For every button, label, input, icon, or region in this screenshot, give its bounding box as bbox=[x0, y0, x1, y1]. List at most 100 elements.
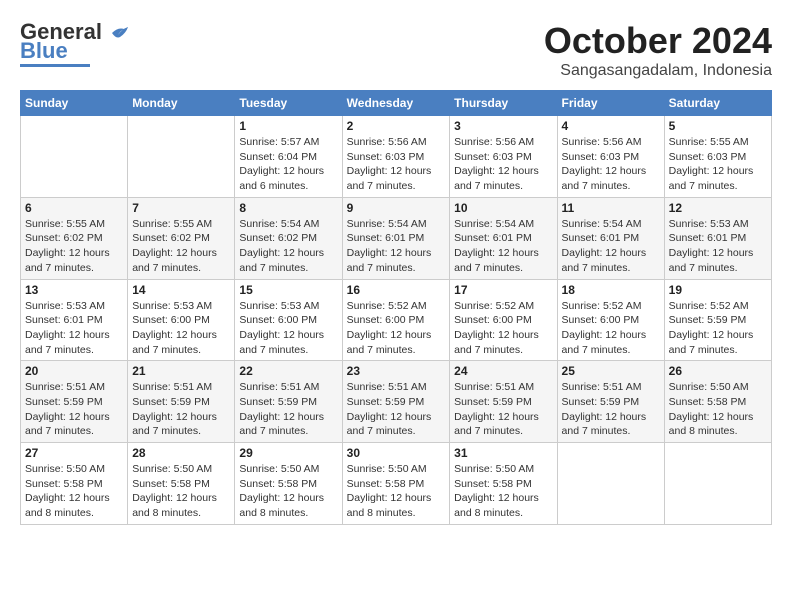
calendar-cell: 18Sunrise: 5:52 AM Sunset: 6:00 PM Dayli… bbox=[557, 279, 664, 361]
calendar-cell: 28Sunrise: 5:50 AM Sunset: 5:58 PM Dayli… bbox=[128, 443, 235, 525]
day-number: 1 bbox=[239, 119, 337, 133]
calendar-cell: 11 Sunrise: 5:54 AM Sunset: 6:01 PM Dayli… bbox=[557, 197, 664, 279]
calendar-cell: 25Sunrise: 5:51 AM Sunset: 5:59 PM Dayli… bbox=[557, 361, 664, 443]
calendar: SundayMondayTuesdayWednesdayThursdayFrid… bbox=[20, 90, 772, 525]
day-number: 9 bbox=[347, 201, 446, 215]
calendar-cell: 22 Sunrise: 5:51 AM Sunset: 5:59 PM Dayli… bbox=[235, 361, 342, 443]
title-section: October 2024 Sangasangadalam, Indonesia bbox=[544, 20, 772, 80]
weekday-header-friday: Friday bbox=[557, 91, 664, 116]
day-number: 8 bbox=[239, 201, 337, 215]
cell-content: Sunrise: 5:51 AM Sunset: 5:59 PM Dayligh… bbox=[347, 380, 446, 439]
calendar-cell: 21 Sunrise: 5:51 AM Sunset: 5:59 PM Dayli… bbox=[128, 361, 235, 443]
day-number: 27 bbox=[25, 446, 123, 460]
weekday-header-wednesday: Wednesday bbox=[342, 91, 450, 116]
calendar-cell: 29 Sunrise: 5:50 AM Sunset: 5:58 PM Dayli… bbox=[235, 443, 342, 525]
day-number: 10 bbox=[454, 201, 552, 215]
day-number: 6 bbox=[25, 201, 123, 215]
cell-content: Sunrise: 5:53 AM Sunset: 6:00 PM Dayligh… bbox=[239, 299, 337, 358]
calendar-cell: 1 Sunrise: 5:57 AM Sunset: 6:04 PM Daylig… bbox=[235, 116, 342, 198]
cell-content: Sunrise: 5:51 AM Sunset: 5:59 PM Dayligh… bbox=[132, 380, 230, 439]
day-number: 22 bbox=[239, 364, 337, 378]
cell-content: Sunrise: 5:54 AM Sunset: 6:02 PM Dayligh… bbox=[239, 217, 337, 276]
logo-blue: Blue bbox=[20, 40, 68, 62]
logo-underline bbox=[20, 64, 90, 67]
cell-content: Sunrise: 5:56 AM Sunset: 6:03 PM Dayligh… bbox=[562, 135, 660, 194]
cell-content: Sunrise: 5:55 AM Sunset: 6:03 PM Dayligh… bbox=[669, 135, 767, 194]
calendar-cell: 14Sunrise: 5:53 AM Sunset: 6:00 PM Dayli… bbox=[128, 279, 235, 361]
cell-content: Sunrise: 5:50 AM Sunset: 5:58 PM Dayligh… bbox=[25, 462, 123, 521]
cell-content: Sunrise: 5:50 AM Sunset: 5:58 PM Dayligh… bbox=[454, 462, 552, 521]
day-number: 17 bbox=[454, 283, 552, 297]
calendar-cell: 10Sunrise: 5:54 AM Sunset: 6:01 PM Dayli… bbox=[450, 197, 557, 279]
month-title: October 2024 bbox=[544, 20, 772, 62]
day-number: 2 bbox=[347, 119, 446, 133]
day-number: 24 bbox=[454, 364, 552, 378]
calendar-cell bbox=[21, 116, 128, 198]
calendar-cell: 30 Sunrise: 5:50 AM Sunset: 5:58 PM Dayli… bbox=[342, 443, 450, 525]
calendar-cell: 27 Sunrise: 5:50 AM Sunset: 5:58 PM Dayli… bbox=[21, 443, 128, 525]
cell-content: Sunrise: 5:50 AM Sunset: 5:58 PM Dayligh… bbox=[347, 462, 446, 521]
weekday-header-saturday: Saturday bbox=[664, 91, 771, 116]
day-number: 13 bbox=[25, 283, 123, 297]
logo: General Blue bbox=[20, 20, 130, 67]
calendar-cell: 9 Sunrise: 5:54 AM Sunset: 6:01 PM Daylig… bbox=[342, 197, 450, 279]
calendar-cell: 2Sunrise: 5:56 AM Sunset: 6:03 PM Daylig… bbox=[342, 116, 450, 198]
cell-content: Sunrise: 5:57 AM Sunset: 6:04 PM Dayligh… bbox=[239, 135, 337, 194]
cell-content: Sunrise: 5:53 AM Sunset: 6:01 PM Dayligh… bbox=[669, 217, 767, 276]
calendar-cell: 5 Sunrise: 5:55 AM Sunset: 6:03 PM Daylig… bbox=[664, 116, 771, 198]
calendar-cell: 19 Sunrise: 5:52 AM Sunset: 5:59 PM Dayli… bbox=[664, 279, 771, 361]
calendar-cell: 20 Sunrise: 5:51 AM Sunset: 5:59 PM Dayli… bbox=[21, 361, 128, 443]
calendar-cell: 7Sunrise: 5:55 AM Sunset: 6:02 PM Daylig… bbox=[128, 197, 235, 279]
day-number: 23 bbox=[347, 364, 446, 378]
day-number: 14 bbox=[132, 283, 230, 297]
calendar-cell: 8 Sunrise: 5:54 AM Sunset: 6:02 PM Daylig… bbox=[235, 197, 342, 279]
day-number: 7 bbox=[132, 201, 230, 215]
cell-content: Sunrise: 5:52 AM Sunset: 6:00 PM Dayligh… bbox=[562, 299, 660, 358]
cell-content: Sunrise: 5:54 AM Sunset: 6:01 PM Dayligh… bbox=[347, 217, 446, 276]
day-number: 4 bbox=[562, 119, 660, 133]
cell-content: Sunrise: 5:54 AM Sunset: 6:01 PM Dayligh… bbox=[562, 217, 660, 276]
day-number: 26 bbox=[669, 364, 767, 378]
day-number: 16 bbox=[347, 283, 446, 297]
cell-content: Sunrise: 5:51 AM Sunset: 5:59 PM Dayligh… bbox=[454, 380, 552, 439]
week-row-1: 1 Sunrise: 5:57 AM Sunset: 6:04 PM Daylig… bbox=[21, 116, 772, 198]
week-row-5: 27 Sunrise: 5:50 AM Sunset: 5:58 PM Dayli… bbox=[21, 443, 772, 525]
weekday-header-thursday: Thursday bbox=[450, 91, 557, 116]
day-number: 19 bbox=[669, 283, 767, 297]
week-row-4: 20 Sunrise: 5:51 AM Sunset: 5:59 PM Dayli… bbox=[21, 361, 772, 443]
cell-content: Sunrise: 5:53 AM Sunset: 6:01 PM Dayligh… bbox=[25, 299, 123, 358]
weekday-header-tuesday: Tuesday bbox=[235, 91, 342, 116]
cell-content: Sunrise: 5:52 AM Sunset: 5:59 PM Dayligh… bbox=[669, 299, 767, 358]
calendar-cell bbox=[557, 443, 664, 525]
cell-content: Sunrise: 5:56 AM Sunset: 6:03 PM Dayligh… bbox=[454, 135, 552, 194]
calendar-cell: 23 Sunrise: 5:51 AM Sunset: 5:59 PM Dayli… bbox=[342, 361, 450, 443]
calendar-cell: 16 Sunrise: 5:52 AM Sunset: 6:00 PM Dayli… bbox=[342, 279, 450, 361]
calendar-cell: 31Sunrise: 5:50 AM Sunset: 5:58 PM Dayli… bbox=[450, 443, 557, 525]
calendar-cell: 17 Sunrise: 5:52 AM Sunset: 6:00 PM Dayli… bbox=[450, 279, 557, 361]
cell-content: Sunrise: 5:52 AM Sunset: 6:00 PM Dayligh… bbox=[454, 299, 552, 358]
cell-content: Sunrise: 5:55 AM Sunset: 6:02 PM Dayligh… bbox=[25, 217, 123, 276]
weekday-header-sunday: Sunday bbox=[21, 91, 128, 116]
week-row-3: 13 Sunrise: 5:53 AM Sunset: 6:01 PM Dayli… bbox=[21, 279, 772, 361]
day-number: 5 bbox=[669, 119, 767, 133]
day-number: 29 bbox=[239, 446, 337, 460]
day-number: 11 bbox=[562, 201, 660, 215]
calendar-cell: 6 Sunrise: 5:55 AM Sunset: 6:02 PM Daylig… bbox=[21, 197, 128, 279]
calendar-cell: 15 Sunrise: 5:53 AM Sunset: 6:00 PM Dayli… bbox=[235, 279, 342, 361]
logo-bird-icon bbox=[110, 25, 130, 41]
cell-content: Sunrise: 5:52 AM Sunset: 6:00 PM Dayligh… bbox=[347, 299, 446, 358]
cell-content: Sunrise: 5:51 AM Sunset: 5:59 PM Dayligh… bbox=[239, 380, 337, 439]
week-row-2: 6 Sunrise: 5:55 AM Sunset: 6:02 PM Daylig… bbox=[21, 197, 772, 279]
cell-content: Sunrise: 5:50 AM Sunset: 5:58 PM Dayligh… bbox=[669, 380, 767, 439]
cell-content: Sunrise: 5:51 AM Sunset: 5:59 PM Dayligh… bbox=[25, 380, 123, 439]
day-number: 20 bbox=[25, 364, 123, 378]
cell-content: Sunrise: 5:50 AM Sunset: 5:58 PM Dayligh… bbox=[239, 462, 337, 521]
calendar-cell: 26 Sunrise: 5:50 AM Sunset: 5:58 PM Dayli… bbox=[664, 361, 771, 443]
weekday-header-monday: Monday bbox=[128, 91, 235, 116]
calendar-cell: 24 Sunrise: 5:51 AM Sunset: 5:59 PM Dayli… bbox=[450, 361, 557, 443]
day-number: 15 bbox=[239, 283, 337, 297]
day-number: 21 bbox=[132, 364, 230, 378]
day-number: 12 bbox=[669, 201, 767, 215]
day-number: 30 bbox=[347, 446, 446, 460]
weekday-header-row: SundayMondayTuesdayWednesdayThursdayFrid… bbox=[21, 91, 772, 116]
